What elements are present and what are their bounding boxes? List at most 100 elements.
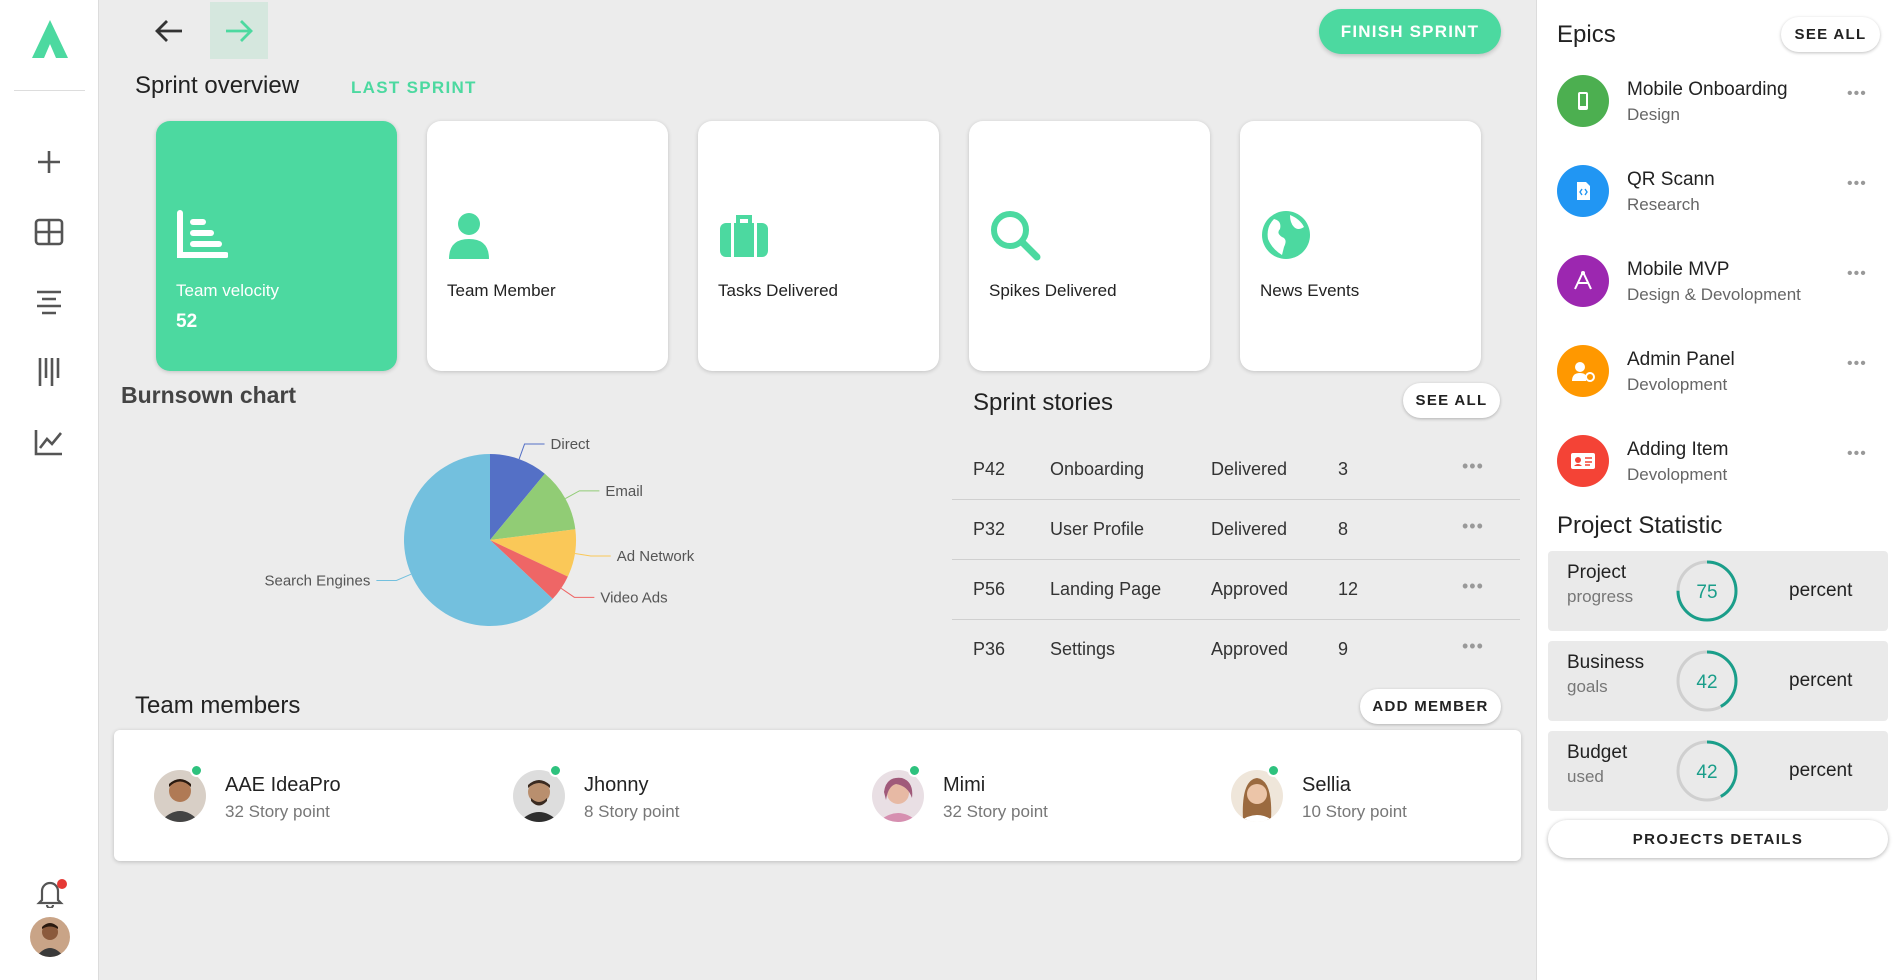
epic-item[interactable]: Admin Panel Devolopment ••• (1557, 345, 1887, 405)
story-name: Landing Page (1050, 579, 1162, 599)
columns-icon[interactable] (31, 354, 67, 390)
card-label: Team velocity (176, 281, 279, 300)
more-icon[interactable]: ••• (1462, 636, 1484, 657)
team-members-title: Team members (135, 692, 301, 719)
member-card[interactable]: Mimi 32 Story point (832, 762, 1152, 822)
more-icon[interactable]: ••• (1462, 516, 1484, 537)
svg-text:42: 42 (1696, 762, 1717, 783)
pie-label: Direct (551, 436, 591, 453)
epic-item[interactable]: QR Scann Research ••• (1557, 165, 1887, 225)
member-card[interactable]: Sellia 10 Story point (1191, 762, 1511, 822)
story-row[interactable]: P32 User Profile Delivered 8 ••• (952, 500, 1520, 560)
globe-icon (1262, 211, 1310, 259)
more-icon[interactable]: ••• (1462, 456, 1484, 477)
more-icon[interactable]: ••• (1847, 355, 1867, 373)
story-name: Settings (1050, 639, 1116, 659)
epic-category: Devolopment (1627, 375, 1728, 394)
pie-label-line (376, 573, 412, 582)
card-team-member[interactable]: Team Member (427, 121, 668, 371)
stat-label: Project (1567, 562, 1627, 583)
card-label: Tasks Delivered (718, 281, 838, 300)
online-status-dot (1267, 764, 1280, 777)
story-id: P36 (973, 639, 1006, 659)
pie-label: Ad Network (617, 548, 695, 565)
stat-unit: percent (1789, 670, 1853, 691)
epics-see-all-button[interactable]: SEE ALL (1781, 17, 1880, 52)
epic-item[interactable]: Mobile Onboarding Design ••• (1557, 75, 1887, 135)
epic-name: Mobile Onboarding (1627, 79, 1788, 100)
line-chart-icon[interactable] (31, 424, 67, 460)
id-card-icon (1557, 435, 1609, 487)
story-row[interactable]: P36 Settings Approved 9 ••• (952, 620, 1520, 680)
story-id: P42 (973, 459, 1006, 479)
card-label: Spikes Delivered (989, 281, 1117, 300)
align-center-icon[interactable] (31, 284, 67, 320)
stat-unit: percent (1789, 580, 1853, 601)
last-sprint-link[interactable]: LAST SPRINT (351, 78, 477, 98)
add-member-button[interactable]: ADD MEMBER (1360, 689, 1501, 724)
epic-category: Devolopment (1627, 465, 1728, 484)
project-statistic-title: Project Statistic (1557, 512, 1723, 539)
notification-badge (57, 879, 67, 889)
more-icon[interactable]: ••• (1847, 175, 1867, 193)
arrow-left-icon (155, 19, 182, 42)
arrow-right-icon (226, 19, 253, 42)
card-spikes-delivered[interactable]: Spikes Delivered (969, 121, 1210, 371)
story-id: P56 (973, 579, 1006, 599)
online-status-dot (908, 764, 921, 777)
more-icon[interactable]: ••• (1847, 265, 1867, 283)
rail-separator (14, 90, 85, 91)
epic-category: Design & Devolopment (1627, 285, 1801, 304)
more-icon[interactable]: ••• (1462, 576, 1484, 597)
stat-sublabel: progress (1567, 587, 1634, 606)
pie-label-line (574, 552, 611, 557)
grid-icon[interactable] (31, 214, 67, 250)
story-row[interactable]: P56 Landing Page Approved 12 ••• (952, 560, 1520, 620)
avatar (513, 770, 565, 822)
story-points: 9 (1338, 639, 1349, 659)
card-tasks-delivered[interactable]: Tasks Delivered (698, 121, 939, 371)
back-button[interactable] (140, 2, 198, 59)
app-logo[interactable] (30, 18, 70, 62)
stat-project-progress: Project progress 75 percent (1548, 551, 1888, 631)
user-avatar[interactable] (30, 917, 70, 957)
member-name: Mimi (943, 774, 986, 796)
bar-chart-icon (177, 210, 228, 258)
member-points: 8 Story point (584, 802, 680, 821)
online-status-dot (549, 764, 562, 777)
forward-button[interactable] (210, 2, 268, 59)
epic-name: QR Scann (1627, 169, 1715, 190)
left-rail (0, 0, 99, 980)
avatar (872, 770, 924, 822)
epic-item[interactable]: Adding Item Devolopment ••• (1557, 435, 1887, 495)
card-label: News Events (1260, 281, 1360, 300)
more-icon[interactable]: ••• (1847, 445, 1867, 463)
stat-sublabel: used (1567, 767, 1604, 786)
online-status-dot (190, 764, 203, 777)
team-members-panel: AAE IdeaPro 32 Story point Jhonny 8 Stor… (114, 730, 1521, 861)
finish-sprint-button[interactable]: FINISH SPRINT (1319, 9, 1501, 54)
sprint-stories-title: Sprint stories (973, 389, 1114, 416)
card-news-events[interactable]: News Events (1240, 121, 1481, 371)
epic-category: Research (1627, 195, 1700, 214)
member-points: 10 Story point (1302, 802, 1407, 821)
story-status: Approved (1211, 579, 1289, 599)
stat-label: Business (1567, 652, 1645, 673)
design-icon (1557, 255, 1609, 307)
member-card[interactable]: AAE IdeaPro 32 Story point (114, 762, 434, 822)
member-card[interactable]: Jhonny 8 Story point (473, 762, 793, 822)
projects-details-button[interactable]: PROJECTS DETAILS (1548, 820, 1888, 858)
card-team-velocity[interactable]: Team velocity 52 (156, 121, 397, 371)
epics-title: Epics (1557, 21, 1616, 48)
pie-chart: Direct Email Ad Network Video Ads Search Eng… (264, 436, 695, 626)
member-points: 32 Story point (943, 802, 1048, 821)
stat-sublabel: goals (1567, 677, 1608, 696)
more-icon[interactable]: ••• (1847, 85, 1867, 103)
progress-ring: 42 (1676, 650, 1738, 712)
story-row[interactable]: P42 Onboarding Delivered 3 ••• (952, 440, 1520, 500)
story-id: P32 (973, 519, 1006, 539)
stories-see-all-button[interactable]: SEE ALL (1403, 383, 1500, 418)
epic-item[interactable]: Mobile MVP Design & Devolopment ••• (1557, 255, 1887, 315)
member-name: Jhonny (584, 774, 649, 796)
add-icon[interactable] (31, 144, 67, 180)
